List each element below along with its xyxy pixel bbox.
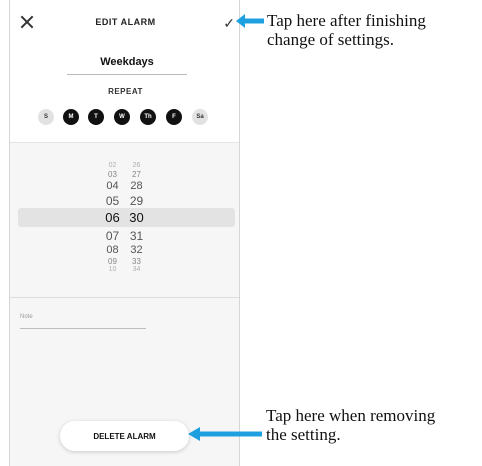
- selected-hour: 06: [105, 210, 120, 225]
- delete-callout: Tap here when removing the setting.: [266, 406, 435, 444]
- time-picker-row[interactable]: 03 27: [10, 170, 239, 180]
- confirm-arrow-icon: [236, 14, 264, 28]
- page-title: EDIT ALARM: [95, 17, 156, 27]
- day-sunday-toggle[interactable]: S: [38, 109, 54, 125]
- delete-callout-line: the setting.: [266, 425, 341, 444]
- hour-value: 07: [105, 229, 120, 243]
- hour-value: 05: [105, 194, 120, 208]
- minute-value: 29: [129, 194, 144, 208]
- hour-value: 03: [108, 170, 117, 179]
- time-picker-row[interactable]: 10 34: [10, 266, 239, 274]
- hour-value: 08: [106, 244, 119, 256]
- time-picker-row[interactable]: 02 26: [10, 162, 239, 170]
- minute-value: 31: [129, 229, 144, 243]
- hour-value: 04: [106, 180, 119, 192]
- time-picker-row[interactable]: 07 31: [10, 229, 239, 243]
- day-wednesday-toggle[interactable]: W: [114, 109, 130, 125]
- hour-value: 10: [108, 266, 117, 273]
- note-input[interactable]: Note: [20, 314, 33, 320]
- time-picker-row[interactable]: 08 32: [10, 244, 239, 257]
- minute-value: 27: [132, 170, 141, 179]
- confirm-callout-line: change of settings.: [267, 30, 394, 49]
- hour-value: 02: [108, 162, 117, 169]
- day-monday-toggle[interactable]: M: [63, 109, 79, 125]
- day-friday-toggle[interactable]: F: [166, 109, 182, 125]
- alarm-name-field[interactable]: Weekdays: [67, 56, 187, 75]
- time-picker[interactable]: 02 26 03 27 04 28 05 29 06 30 07 31 08 32 09 33 …: [10, 142, 239, 298]
- day-saturday-toggle[interactable]: Sa: [192, 109, 208, 125]
- time-picker-selected-row[interactable]: 06 30: [10, 210, 239, 225]
- confirm-callout: Tap here after finishing change of setti…: [267, 11, 426, 49]
- alarm-settings-panel: EDIT ALARM ✓ Weekdays REPEAT S M T W Th …: [10, 0, 239, 142]
- check-icon[interactable]: ✓: [223, 15, 235, 32]
- minute-value: 32: [130, 244, 143, 256]
- delete-alarm-button[interactable]: DELETE ALARM: [60, 421, 189, 451]
- time-picker-row[interactable]: 04 28: [10, 180, 239, 193]
- day-tuesday-toggle[interactable]: T: [88, 109, 104, 125]
- delete-arrow-icon: [188, 427, 262, 441]
- minute-value: 26: [132, 162, 141, 169]
- time-picker-row[interactable]: 05 29: [10, 194, 239, 208]
- delete-callout-line: Tap here when removing: [266, 406, 436, 425]
- selected-minute: 30: [129, 210, 144, 225]
- confirm-callout-line: Tap here after finishing: [267, 11, 426, 30]
- minute-value: 28: [130, 180, 143, 192]
- repeat-label: REPEAT: [108, 87, 143, 96]
- day-thursday-toggle[interactable]: Th: [140, 109, 156, 125]
- note-underline: [20, 328, 146, 329]
- minute-value: 34: [132, 266, 141, 273]
- alarm-edit-screen: EDIT ALARM ✓ Weekdays REPEAT S M T W Th …: [9, 0, 240, 466]
